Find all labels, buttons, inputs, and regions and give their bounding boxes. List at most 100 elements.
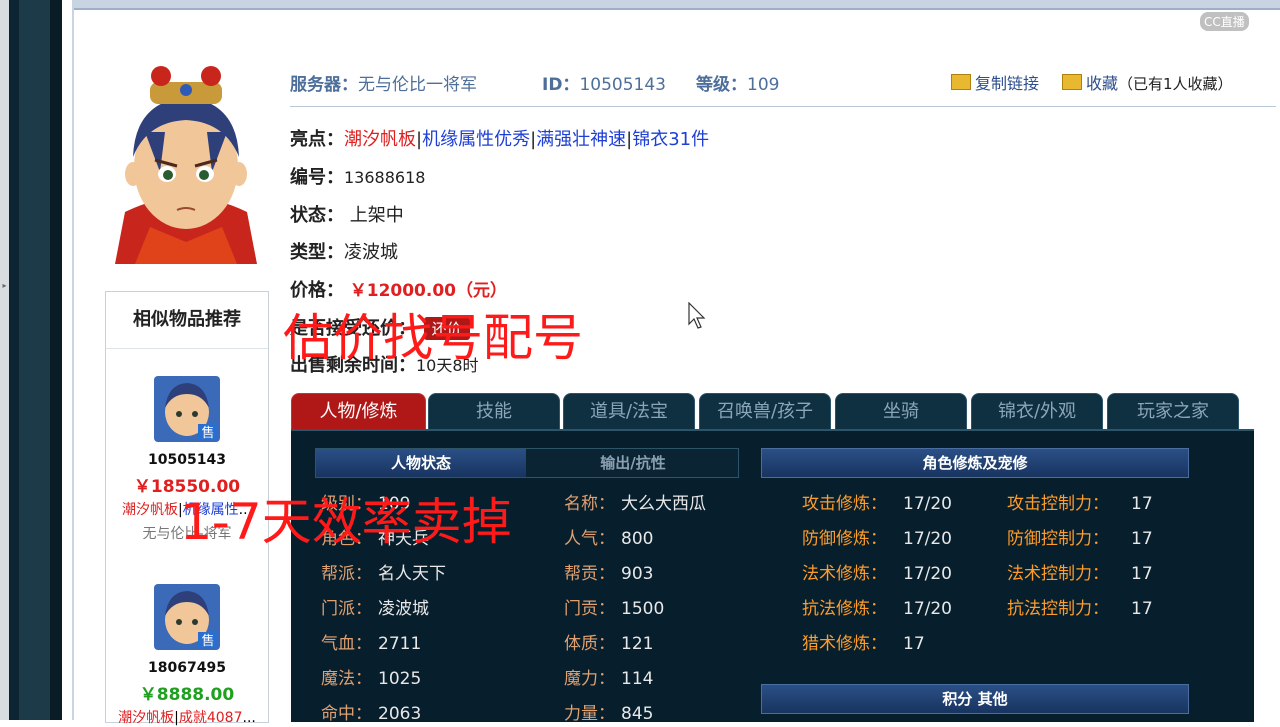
stat-value: 2711 bbox=[378, 634, 422, 654]
similar-item-id: 10505143 bbox=[148, 452, 226, 468]
subtab-status[interactable]: 人物状态 bbox=[316, 449, 526, 477]
cultivation-header: 角色修炼及宠修 bbox=[761, 448, 1189, 478]
top-border bbox=[72, 0, 1280, 10]
stat-label: 帮派： bbox=[321, 564, 372, 584]
copy-link-icon bbox=[951, 74, 971, 90]
left-frame-bar: ▸ bbox=[0, 0, 62, 720]
stat-row: 体质： 121 bbox=[564, 629, 653, 654]
favorite-count: （已有1人收藏） bbox=[1118, 75, 1233, 93]
status-label: 状态： bbox=[290, 205, 344, 226]
control-value: 17 bbox=[1131, 564, 1153, 584]
cultivation-value: 17 bbox=[903, 634, 925, 654]
tab-skills[interactable]: 技能 bbox=[428, 393, 560, 429]
scroll-arrow-icon[interactable]: ▸ bbox=[0, 282, 9, 290]
frame-edge-right bbox=[50, 0, 62, 720]
status-subtabs: 人物状态 输出/抗性 bbox=[315, 448, 739, 478]
stat-value: 2063 bbox=[378, 704, 422, 724]
stat-row: 气血： 2711 bbox=[321, 629, 421, 654]
id-info: ID：10505143 bbox=[542, 70, 666, 95]
stat-label: 体质： bbox=[564, 634, 615, 654]
stat-row: 魔力： 114 bbox=[564, 664, 653, 689]
cultivation-label: 防御修炼： bbox=[802, 529, 887, 549]
control-label: 攻击控制力： bbox=[1007, 494, 1109, 514]
tab-home[interactable]: 玩家之家 bbox=[1107, 393, 1239, 429]
overlay-caption: 估价找号配号 bbox=[283, 309, 583, 367]
tag: 成就4087 bbox=[178, 710, 243, 726]
copy-link-button[interactable]: 复制链接 bbox=[951, 70, 1039, 94]
stat-row: 门贡： 1500 bbox=[564, 594, 664, 619]
favorite-button[interactable]: 收藏（已有1人收藏） bbox=[1062, 70, 1233, 94]
control-label: 防御控制力： bbox=[1007, 529, 1109, 549]
id-value: 10505143 bbox=[579, 75, 666, 95]
control-value: 17 bbox=[1131, 529, 1153, 549]
character-panel: 人物状态 输出/抗性 角色修炼及宠修 积分 其他 级别： 109 角色： 神天兵 帮… bbox=[291, 429, 1254, 724]
subtab-output[interactable]: 输出/抗性 bbox=[528, 449, 738, 477]
stat-value: 114 bbox=[621, 669, 654, 689]
stat-value: 903 bbox=[621, 564, 654, 584]
scroll-track[interactable] bbox=[0, 0, 9, 720]
stat-label: 门派： bbox=[321, 599, 372, 619]
control-row: 法术控制力： 17 bbox=[1007, 559, 1153, 584]
similar-item-thumbnail[interactable]: 售 bbox=[154, 584, 220, 650]
tag: 潮汐帆板 bbox=[121, 502, 178, 518]
cultivation-value: 17/20 bbox=[903, 494, 952, 514]
cultivation-label: 抗法修炼： bbox=[802, 599, 887, 619]
sale-badge: 售 bbox=[201, 425, 214, 441]
highlights-row: 亮点：潮汐帆板|机缘属性优秀|满强壮神速|锦衣31件 bbox=[290, 125, 709, 151]
stat-label: 力量： bbox=[564, 704, 615, 724]
similar-item-price: ￥8888.00 bbox=[139, 685, 235, 705]
stat-label: 门贡： bbox=[564, 599, 615, 619]
cultivation-row: 猎术修炼： 17 bbox=[802, 629, 925, 654]
cultivation-row: 攻击修炼： 17/20 bbox=[802, 489, 952, 514]
tag: 潮汐帆板 bbox=[118, 710, 175, 726]
server-value: 无与伦比一将军 bbox=[358, 75, 477, 95]
type-value: 凌波城 bbox=[344, 242, 398, 263]
server-info: 服务器：无与伦比一将军 bbox=[290, 70, 477, 95]
highlight-tag: 满强壮神速 bbox=[536, 129, 627, 150]
star-icon bbox=[1062, 74, 1082, 90]
control-row: 防御控制力： 17 bbox=[1007, 524, 1153, 549]
score-header: 积分 其他 bbox=[761, 684, 1189, 714]
copy-link-label: 复制链接 bbox=[975, 74, 1040, 93]
type-row: 类型：凌波城 bbox=[290, 238, 398, 264]
watermark-logo: CC直播 bbox=[1200, 12, 1249, 31]
cultivation-row: 抗法修炼： 17/20 bbox=[802, 594, 952, 619]
stat-value: 845 bbox=[621, 704, 654, 724]
stat-value: 1500 bbox=[621, 599, 665, 619]
similar-item[interactable]: 售 18067495 ￥8888.00 潮汐帆板|成就4087... bbox=[106, 584, 268, 727]
tag-more: ... bbox=[242, 710, 256, 726]
highlight-tag: 锦衣31件 bbox=[632, 129, 710, 150]
stat-label: 魔力： bbox=[564, 669, 615, 689]
overlay-caption: 1-7天效率卖掉 bbox=[180, 493, 512, 551]
stat-value: 1025 bbox=[378, 669, 422, 689]
left-border bbox=[72, 0, 74, 720]
stat-row: 魔法： 1025 bbox=[321, 664, 421, 689]
similar-items-title: 相似物品推荐 bbox=[106, 292, 268, 349]
number-row: 编号：13688618 bbox=[290, 163, 425, 189]
stat-row: 人气： 800 bbox=[564, 524, 653, 549]
cultivation-value: 17/20 bbox=[903, 564, 952, 584]
tab-items[interactable]: 道具/法宝 bbox=[563, 393, 695, 429]
stat-value: 800 bbox=[621, 529, 654, 549]
cultivation-row: 法术修炼： 17/20 bbox=[802, 559, 952, 584]
favorite-label: 收藏 bbox=[1086, 74, 1119, 93]
tab-outfits[interactable]: 锦衣/外观 bbox=[971, 393, 1103, 429]
control-value: 17 bbox=[1131, 599, 1153, 619]
number-value: 13688618 bbox=[344, 168, 426, 187]
header-divider bbox=[290, 106, 1276, 107]
tab-character[interactable]: 人物/修炼 bbox=[291, 393, 426, 429]
tab-mounts[interactable]: 坐骑 bbox=[835, 393, 967, 429]
level-value: 109 bbox=[747, 75, 780, 95]
id-label: ID： bbox=[542, 75, 580, 95]
similar-item-thumbnail[interactable]: 售 bbox=[154, 376, 220, 442]
cultivation-value: 17/20 bbox=[903, 599, 952, 619]
stat-value: 大么大西瓜 bbox=[621, 494, 706, 514]
stat-value: 凌波城 bbox=[378, 599, 429, 619]
stat-row: 命中： 2063 bbox=[321, 699, 421, 724]
stat-label: 人气： bbox=[564, 529, 615, 549]
stat-label: 魔法： bbox=[321, 669, 372, 689]
status-value: 上架中 bbox=[349, 205, 404, 226]
cultivation-label: 攻击修炼： bbox=[802, 494, 887, 514]
tab-pets[interactable]: 召唤兽/孩子 bbox=[699, 393, 831, 429]
stat-value: 121 bbox=[621, 634, 654, 654]
